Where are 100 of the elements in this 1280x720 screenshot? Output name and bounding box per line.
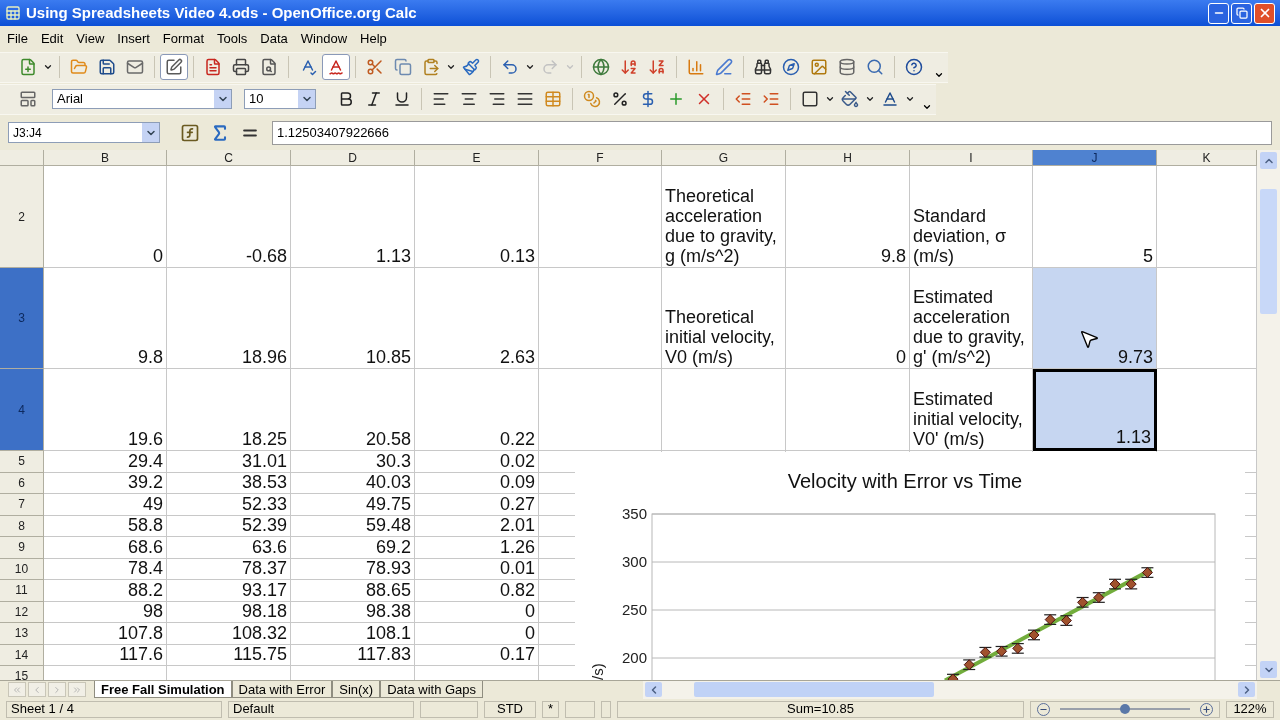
table-cell: Theoretical acceleration due to gravity, g (m/s^2): [662, 166, 786, 268]
app-icon: [5, 5, 21, 21]
scroll-left-button[interactable]: [645, 682, 662, 697]
dropdown-button[interactable]: [214, 90, 231, 108]
row-header[interactable]: 15: [0, 666, 44, 680]
table-cell: 0.22: [415, 369, 539, 451]
column-header[interactable]: D: [291, 150, 415, 166]
table-cell: 93.17: [167, 580, 291, 602]
table-cell: 0.82: [415, 580, 539, 602]
column-header[interactable]: E: [415, 150, 539, 166]
table-cell: 107.8: [44, 623, 167, 645]
menu-item[interactable]: Tools: [211, 28, 254, 49]
table-cell: 108.1: [291, 623, 415, 645]
axis-tick-label: 250: [621, 601, 647, 618]
scroll-thumb[interactable]: [1260, 189, 1277, 314]
sheet-tab[interactable]: Free Fall Simulation: [94, 681, 232, 698]
double-chevron-left-icon: [12, 684, 22, 695]
column-header[interactable]: K: [1157, 150, 1257, 166]
restore-button[interactable]: [1231, 2, 1252, 24]
status-field: [565, 700, 595, 718]
table-cell: 0: [415, 601, 539, 623]
row-header[interactable]: 9: [0, 537, 44, 559]
table-cell: 0: [786, 268, 910, 369]
row-header[interactable]: 6: [0, 472, 44, 494]
scroll-right-button[interactable]: [1238, 682, 1255, 697]
table-cell: 0.01: [415, 558, 539, 580]
row-header[interactable]: 8: [0, 515, 44, 537]
column-header[interactable]: I: [910, 150, 1033, 166]
menu-item[interactable]: Window: [294, 28, 354, 49]
font-size-field[interactable]: 10: [244, 89, 316, 109]
menu-item[interactable]: View: [70, 28, 111, 49]
sum-display: Sum=10.85: [617, 700, 1024, 718]
sheet-tab[interactable]: Sin(x): [332, 681, 381, 698]
scroll-thumb[interactable]: [694, 682, 934, 697]
table-cell: Estimated initial velocity, V0' (m/s): [910, 369, 1033, 451]
row-header[interactable]: 14: [0, 644, 44, 666]
table-cell: 78.4: [44, 558, 167, 580]
close-button[interactable]: [1254, 2, 1275, 24]
row-header[interactable]: 5: [0, 451, 44, 473]
menu-item[interactable]: Edit: [34, 28, 70, 49]
column-header[interactable]: F: [539, 150, 662, 166]
table-cell: 88.2: [44, 580, 167, 602]
column-header[interactable]: H: [786, 150, 910, 166]
table-cell: Theoretical initial velocity, V0 (m/s): [662, 268, 786, 369]
axis-title: /s): [589, 663, 606, 680]
table-cell: 1.13: [1033, 369, 1157, 451]
table-cell: 117.6: [44, 644, 167, 666]
table-cell: 9.8: [786, 166, 910, 268]
row-header[interactable]: 11: [0, 580, 44, 602]
corner-cell[interactable]: [0, 150, 44, 166]
scroll-down-button[interactable]: [1260, 661, 1277, 678]
row-header[interactable]: 10: [0, 558, 44, 580]
menu-item[interactable]: Format: [156, 28, 210, 49]
menu-item[interactable]: Data: [254, 28, 294, 49]
sheet-tab[interactable]: Data with Error: [231, 681, 333, 698]
table-cell: 78.93: [291, 558, 415, 580]
table-cell: 29.4: [44, 451, 167, 473]
column-header[interactable]: C: [167, 150, 291, 166]
dropdown-button[interactable]: [142, 123, 159, 142]
table-cell: 39.2: [44, 472, 167, 494]
table-cell: 18.96: [167, 268, 291, 369]
row-header[interactable]: 13: [0, 623, 44, 645]
function-wizard-icon[interactable]: [180, 122, 200, 143]
formula-input[interactable]: 1.12503407922666: [272, 120, 1272, 145]
dropdown-button[interactable]: [298, 90, 315, 108]
row-header[interactable]: 7: [0, 494, 44, 516]
auto-spellcheck-icon[interactable]: [322, 54, 350, 80]
table-cell: 49.75: [291, 494, 415, 516]
menu-item[interactable]: Insert: [111, 28, 156, 49]
table-cell: 0.27: [415, 494, 539, 516]
table-cell: 98.18: [167, 601, 291, 623]
table-cell: 31.01: [167, 451, 291, 473]
table-cell: 59.48: [291, 515, 415, 537]
name-box[interactable]: J3:J4: [8, 122, 160, 143]
scroll-up-button[interactable]: [1260, 152, 1277, 169]
table-cell: 108.32: [167, 623, 291, 645]
table-cell: 117.83: [291, 644, 415, 666]
sheet-tab[interactable]: Data with Gaps: [380, 681, 484, 698]
modified-indicator: *: [542, 700, 559, 718]
axis-tick-label: 200: [621, 649, 647, 666]
chart-title: Velocity with Error vs Time: [787, 470, 1023, 492]
table-cell: 30.3: [291, 451, 415, 473]
vertical-scrollbar[interactable]: [1257, 150, 1280, 680]
row-header[interactable]: 2: [0, 166, 44, 268]
table-cell: 2.01: [415, 515, 539, 537]
table-cell: 18.25: [167, 369, 291, 451]
column-header[interactable]: G: [662, 150, 786, 166]
minimize-button[interactable]: [1208, 2, 1229, 24]
zoom-slider-thumb[interactable]: [1120, 704, 1130, 714]
selection-mode: STD: [484, 700, 536, 718]
column-header[interactable]: J: [1033, 150, 1157, 166]
edit-file-icon[interactable]: [160, 54, 188, 80]
menu-item[interactable]: File: [1, 28, 34, 49]
column-header[interactable]: B: [44, 150, 167, 166]
font-name-field[interactable]: Arial: [52, 89, 232, 109]
table-cell: 98.38: [291, 601, 415, 623]
restore-icon: [1235, 7, 1248, 19]
table-cell: 1.13: [291, 166, 415, 268]
row-header[interactable]: 12: [0, 601, 44, 623]
menu-item[interactable]: Help: [354, 28, 393, 49]
